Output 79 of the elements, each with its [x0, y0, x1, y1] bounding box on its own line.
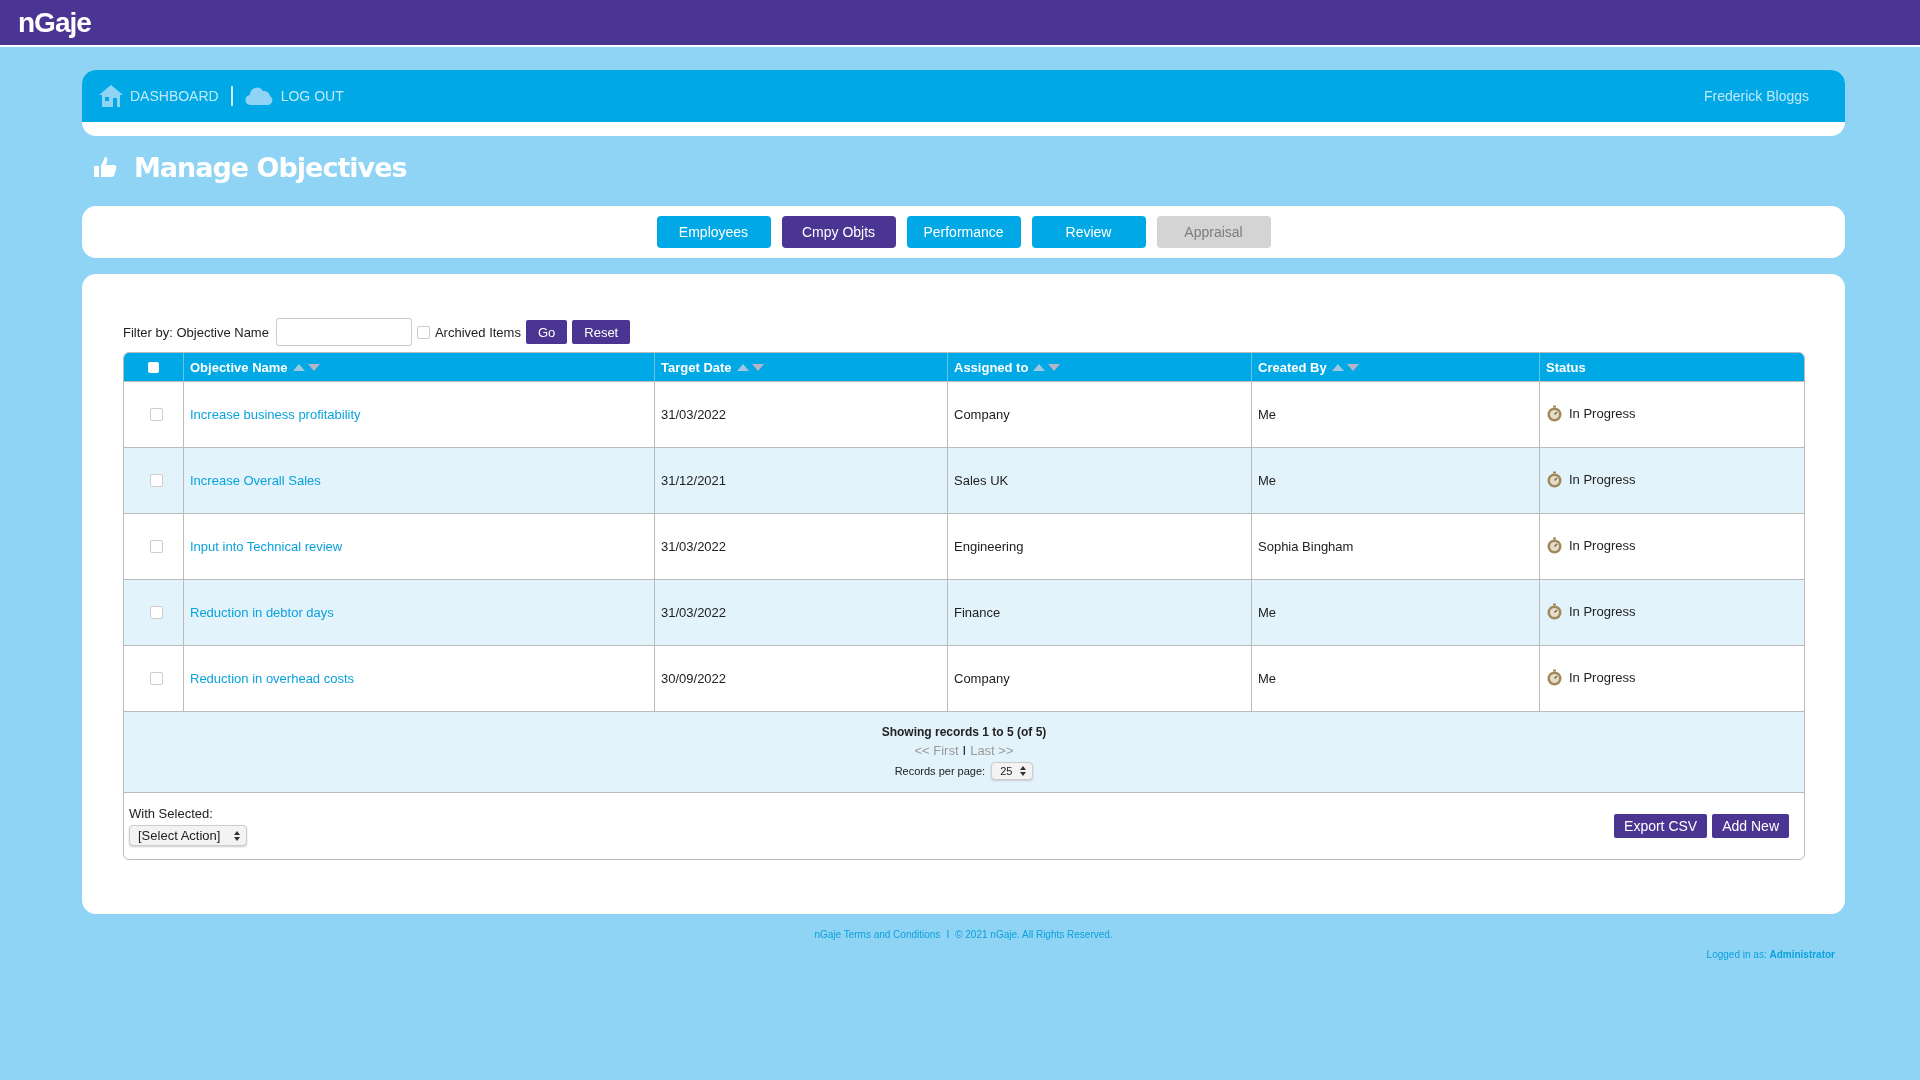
table-cell: Sales UK: [954, 473, 1009, 488]
sort-arrows-icon[interactable]: [1032, 362, 1063, 372]
sort-arrows-icon[interactable]: [291, 362, 322, 372]
reset-button[interactable]: Reset: [572, 320, 631, 344]
last-link[interactable]: Last >>: [970, 742, 1014, 758]
table-cell: Company: [954, 671, 1010, 686]
action-button[interactable]: Export CSV: [1614, 814, 1708, 838]
table-cell: Me: [1258, 473, 1277, 488]
action-button[interactable]: Add New: [1712, 814, 1789, 838]
stopwatch-icon: [1546, 669, 1563, 686]
nav-link[interactable]: LOG OUT: [244, 86, 344, 106]
column-header[interactable]: Target Date: [661, 359, 732, 375]
house-icon: [98, 84, 124, 108]
table-cell: 31/03/2022: [661, 605, 727, 620]
separator: I: [962, 742, 967, 758]
stopwatch-icon: [1546, 405, 1563, 422]
column-header[interactable]: Objective Name: [190, 359, 288, 375]
table-cell: 30/09/2022: [661, 671, 727, 686]
table-cell: 31/03/2022: [661, 407, 727, 422]
status-text: In Progress: [1569, 604, 1636, 619]
tab[interactable]: Cmpy Objts: [781, 216, 896, 248]
table-cell: Company: [954, 407, 1010, 422]
action-select[interactable]: [Select Action]: [129, 825, 248, 846]
status-text: In Progress: [1569, 472, 1636, 487]
terms-link[interactable]: nGaje Terms and Conditions: [814, 929, 941, 940]
select-arrows-icon: [234, 830, 241, 841]
objective-link[interactable]: Increase business profitability: [190, 407, 361, 422]
stopwatch-icon: [1546, 603, 1563, 620]
tab[interactable]: Employees: [656, 216, 771, 248]
objective-link[interactable]: Increase Overall Sales: [190, 473, 321, 488]
logo[interactable]: nGaje: [18, 6, 91, 39]
table-cell: Me: [1258, 671, 1277, 686]
column-header[interactable]: Status: [1546, 359, 1586, 375]
copyright-text: © 2021 nGaje. All Rights Reserved.: [955, 929, 1113, 940]
table-cell: Finance: [954, 605, 1001, 620]
table-cell: Engineering: [954, 539, 1024, 554]
filter-label: Filter by: Objective Name: [123, 324, 269, 340]
column-header[interactable]: Created By: [1258, 359, 1327, 375]
cloud-icon: [244, 86, 275, 106]
objective-link[interactable]: Reduction in debtor days: [190, 605, 334, 620]
stopwatch-icon: [1546, 471, 1563, 488]
nav-link[interactable]: DASHBOARD: [98, 84, 219, 108]
records-summary: Showing records 1 to 5 (of 5): [881, 724, 1047, 739]
column-header[interactable]: Assigned to: [954, 359, 1029, 375]
row-checkbox[interactable]: [150, 540, 163, 553]
tab[interactable]: Review: [1031, 216, 1146, 248]
checkbox[interactable]: [416, 325, 430, 339]
go-button[interactable]: Go: [525, 320, 568, 344]
objective-link[interactable]: Input into Technical review: [190, 539, 343, 554]
row-checkbox[interactable]: [150, 672, 163, 685]
sort-arrows-icon[interactable]: [1330, 362, 1361, 372]
search-field[interactable]: [275, 318, 412, 346]
status-text: In Progress: [1569, 406, 1636, 421]
row-checkbox[interactable]: [150, 474, 163, 487]
sort-arrows-icon[interactable]: [735, 362, 766, 372]
page-title: Manage Objectives: [134, 151, 407, 183]
table-cell: 31/12/2021: [661, 473, 727, 488]
row-checkbox[interactable]: [150, 408, 163, 421]
table-cell: Me: [1258, 407, 1277, 422]
thumbs-up-icon: [92, 155, 118, 179]
table-cell: Me: [1258, 605, 1277, 620]
checkbox-label: Archived Items: [434, 324, 521, 340]
per-page-label: Records per page:: [894, 764, 986, 777]
select-all-checkbox[interactable]: [148, 361, 159, 373]
stopwatch-icon: [1546, 537, 1563, 554]
status-text: In Progress: [1569, 670, 1636, 685]
status-text: In Progress: [1569, 538, 1636, 553]
logged-in-text: Logged in as: Administrator: [1706, 949, 1835, 960]
with-selected-label: With Selected:: [129, 806, 213, 821]
tab[interactable]: Performance: [906, 216, 1021, 248]
objective-link[interactable]: Reduction in overhead costs: [190, 671, 355, 686]
table-cell: 31/03/2022: [661, 539, 727, 554]
per-page-select[interactable]: 25: [991, 761, 1034, 780]
table-cell: Sophia Bingham: [1258, 539, 1354, 554]
separator: I: [946, 929, 950, 940]
select-arrows-icon: [1020, 765, 1027, 776]
first-link[interactable]: << First: [914, 742, 959, 758]
user-name[interactable]: Frederick Bloggs: [1703, 88, 1809, 104]
row-checkbox[interactable]: [150, 606, 163, 619]
